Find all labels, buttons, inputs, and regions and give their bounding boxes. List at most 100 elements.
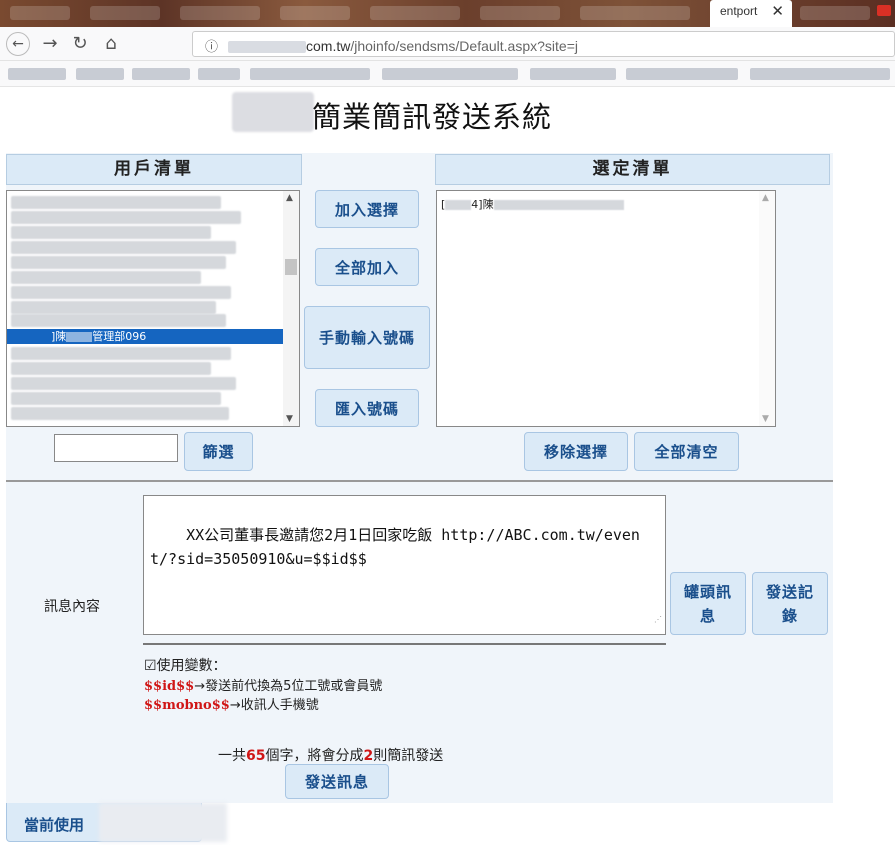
char-count: 65 [246,748,266,764]
bookmark-item[interactable] [250,68,370,80]
browser-navbar: ← → ↻ ⌂ ⓘ com.tw/jhoinfo/sendsms/Default.… [0,27,895,61]
scroll-thumb[interactable] [285,259,297,275]
message-textarea[interactable]: XX公司董事長邀請您2月1日回家吃飯 http://ABC.com.tw/eve… [143,495,666,635]
scroll-down-icon[interactable]: ▼ [286,414,293,424]
blurred-tab[interactable] [800,6,870,20]
add-selected-button[interactable]: 加入選擇 [315,190,419,228]
count-middle: 個字，將會分成 [265,748,364,764]
info-icon[interactable]: ⓘ [205,39,218,54]
list-item[interactable] [11,301,216,314]
manual-input-button[interactable]: 手動輸入號碼 [304,306,430,369]
url-domain: com.tw [306,38,351,54]
back-arrow-icon[interactable]: ← [6,32,30,56]
list-item[interactable] [11,196,221,209]
active-tab[interactable]: entport ✕ [710,0,792,27]
blurred-tab[interactable] [90,6,160,20]
blurred-tab[interactable] [480,6,560,20]
blurred-tab[interactable] [180,6,260,20]
bookmark-item[interactable] [382,68,518,80]
message-text: XX公司董事長邀請您2月1日回家吃飯 http://ABC.com.tw/eve… [150,526,640,568]
current-user-label: 當前使用 [24,816,85,834]
scroll-down-icon[interactable]: ▼ [762,414,769,424]
variable-token-mobno: $$mobno$$ [144,698,230,713]
selected-item-suffix: 管理部096 [92,330,147,343]
browser-tab-strip: entport ✕ [0,0,895,27]
url-path: /jhoinfo/sendsms/Default.aspx?site=j [350,38,578,54]
list-item[interactable] [11,347,231,360]
bookmark-item[interactable] [132,68,190,80]
character-count-line: 一共65個字，將會分成2則簡訊發送 [218,745,443,765]
blurred-code [445,200,472,210]
remove-selected-button[interactable]: 移除選擇 [524,432,628,471]
blurred-username [99,803,227,842]
selected-list-item[interactable]: ]陳 管理部096 [7,329,283,344]
list-item[interactable] [11,256,226,269]
list-item[interactable] [11,377,236,390]
item-mid: 4]陳 [471,198,494,211]
import-numbers-button[interactable]: 匯入號碼 [315,389,419,427]
list-item[interactable] [11,362,211,375]
url-blurred-host [228,41,307,54]
active-tab-title: entport [720,4,758,18]
message-underline [143,643,666,645]
selected-listbox[interactable]: [4]陳 ▲ ▼ [436,190,776,427]
scroll-up-icon[interactable]: ▲ [762,193,769,203]
add-all-button[interactable]: 全部加入 [315,248,419,286]
selected-list-item[interactable]: [4]陳 [441,196,624,212]
user-listbox[interactable]: ]陳 管理部096 ▲ ▼ [6,190,300,427]
list-item[interactable] [11,241,236,254]
variable-desc-mobno: →收訊人手機號 [229,698,319,713]
home-icon[interactable]: ⌂ [99,32,123,56]
mail-icon[interactable] [877,5,891,16]
current-user-tab[interactable]: 當前使用 [6,803,227,842]
blurred-name [493,200,624,210]
filter-button[interactable]: 篩選 [184,432,253,471]
forward-arrow-icon[interactable]: → [38,32,62,56]
bookmark-item[interactable] [76,68,124,80]
page-title: 簡業簡訊發送系統 [312,100,553,134]
count-prefix: 一共 [218,748,246,764]
list-item[interactable] [11,392,221,405]
count-suffix: 則簡訊發送 [373,748,444,764]
list-item[interactable] [11,407,229,420]
sms-count: 2 [363,748,374,764]
selected-item-prefix: ]陳 [51,330,67,343]
bookmark-item[interactable] [8,68,66,80]
list-item[interactable] [11,286,231,299]
filter-input[interactable] [54,434,178,462]
blurred-tab[interactable] [10,6,70,20]
title-blurred-prefix [232,92,314,132]
user-list-header: 用戶清單 [6,154,302,185]
blurred-name [66,332,93,342]
use-variables-checkbox[interactable]: ☑使用變數： [144,655,227,675]
selected-list-scrollbar[interactable]: ▲ ▼ [759,191,775,426]
user-list-scrollbar[interactable]: ▲ ▼ [283,191,299,426]
list-item[interactable] [11,314,226,327]
list-item[interactable] [11,226,211,239]
main-panel: 用戶清單 ]陳 管理部096 ▲ ▼ 加入選擇 全部加入 手動輸入號碼 匯入號碼 … [6,153,833,803]
bookmark-item[interactable] [750,68,890,80]
variable-desc-id: →發送前代換為5位工號或會員號 [194,679,383,694]
list-item[interactable] [11,211,241,224]
tab-close-icon[interactable]: ✕ [771,2,784,20]
header-message-button[interactable]: 罐頭訊息 [670,572,746,635]
url-bar[interactable]: ⓘ com.tw/jhoinfo/sendsms/Default.aspx?sit… [192,31,895,57]
blurred-tab[interactable] [580,6,690,20]
variable-line-mobno: $$mobno$$→收訊人手機號 [144,694,319,713]
message-label: 訊息內容 [44,599,100,615]
bookmark-item[interactable] [626,68,738,80]
variable-token-id: $$id$$ [144,679,195,694]
bookmark-item[interactable] [198,68,240,80]
send-history-button[interactable]: 發送記錄 [752,572,828,635]
scroll-up-icon[interactable]: ▲ [286,193,293,203]
blurred-tab[interactable] [280,6,350,20]
bookmarks-bar [0,61,895,87]
list-item[interactable] [11,271,201,284]
section-divider [6,480,833,482]
bookmark-item[interactable] [530,68,616,80]
send-message-button[interactable]: 發送訊息 [285,764,389,799]
resize-grip-icon[interactable]: ⋰ [654,608,662,632]
clear-all-button[interactable]: 全部清空 [634,432,739,471]
blurred-tab[interactable] [370,6,460,20]
reload-icon[interactable]: ↻ [68,32,92,56]
